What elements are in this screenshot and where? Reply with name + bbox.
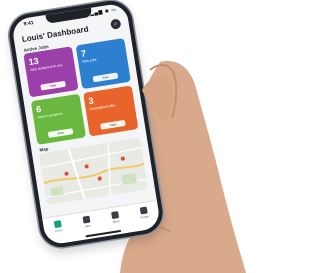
search-icon[interactable]: ⌕ <box>110 18 122 30</box>
home-icon <box>53 220 62 229</box>
job-tiles: 13 Jobs assigned to you View 7 New jobs … <box>23 37 139 145</box>
status-icons: ▂▄▆ ◉ ▭ <box>89 6 117 17</box>
tab-label: Jobs <box>84 223 91 229</box>
tab-label: Plans <box>112 218 120 225</box>
tile-unassigned-jobs[interactable]: 3 Unassigned jobs View <box>83 85 139 137</box>
tile-assigned-jobs[interactable]: 13 Jobs assigned to you View <box>23 46 79 98</box>
tile-new-jobs[interactable]: 7 New jobs View <box>75 37 131 90</box>
tile-in-progress-jobs[interactable]: 6 Jobs in progress View <box>30 93 87 145</box>
people-icon <box>139 206 148 215</box>
page-title: Louis' Dashboard <box>21 24 90 44</box>
status-time: 9:41 <box>23 19 35 28</box>
tab-people[interactable]: People <box>132 205 157 231</box>
tab-home[interactable]: Home <box>46 219 71 245</box>
jobs-icon <box>82 215 91 224</box>
tab-label: People <box>140 214 150 220</box>
map-graphic <box>39 137 148 206</box>
view-button[interactable]: View <box>40 80 66 91</box>
tab-label: Home <box>54 228 63 234</box>
view-button[interactable]: View <box>47 128 74 139</box>
view-button[interactable]: View <box>92 72 119 83</box>
map-view[interactable] <box>39 137 148 206</box>
phone-notch <box>45 7 93 24</box>
book-icon <box>111 211 120 220</box>
view-button[interactable]: View <box>100 119 126 130</box>
